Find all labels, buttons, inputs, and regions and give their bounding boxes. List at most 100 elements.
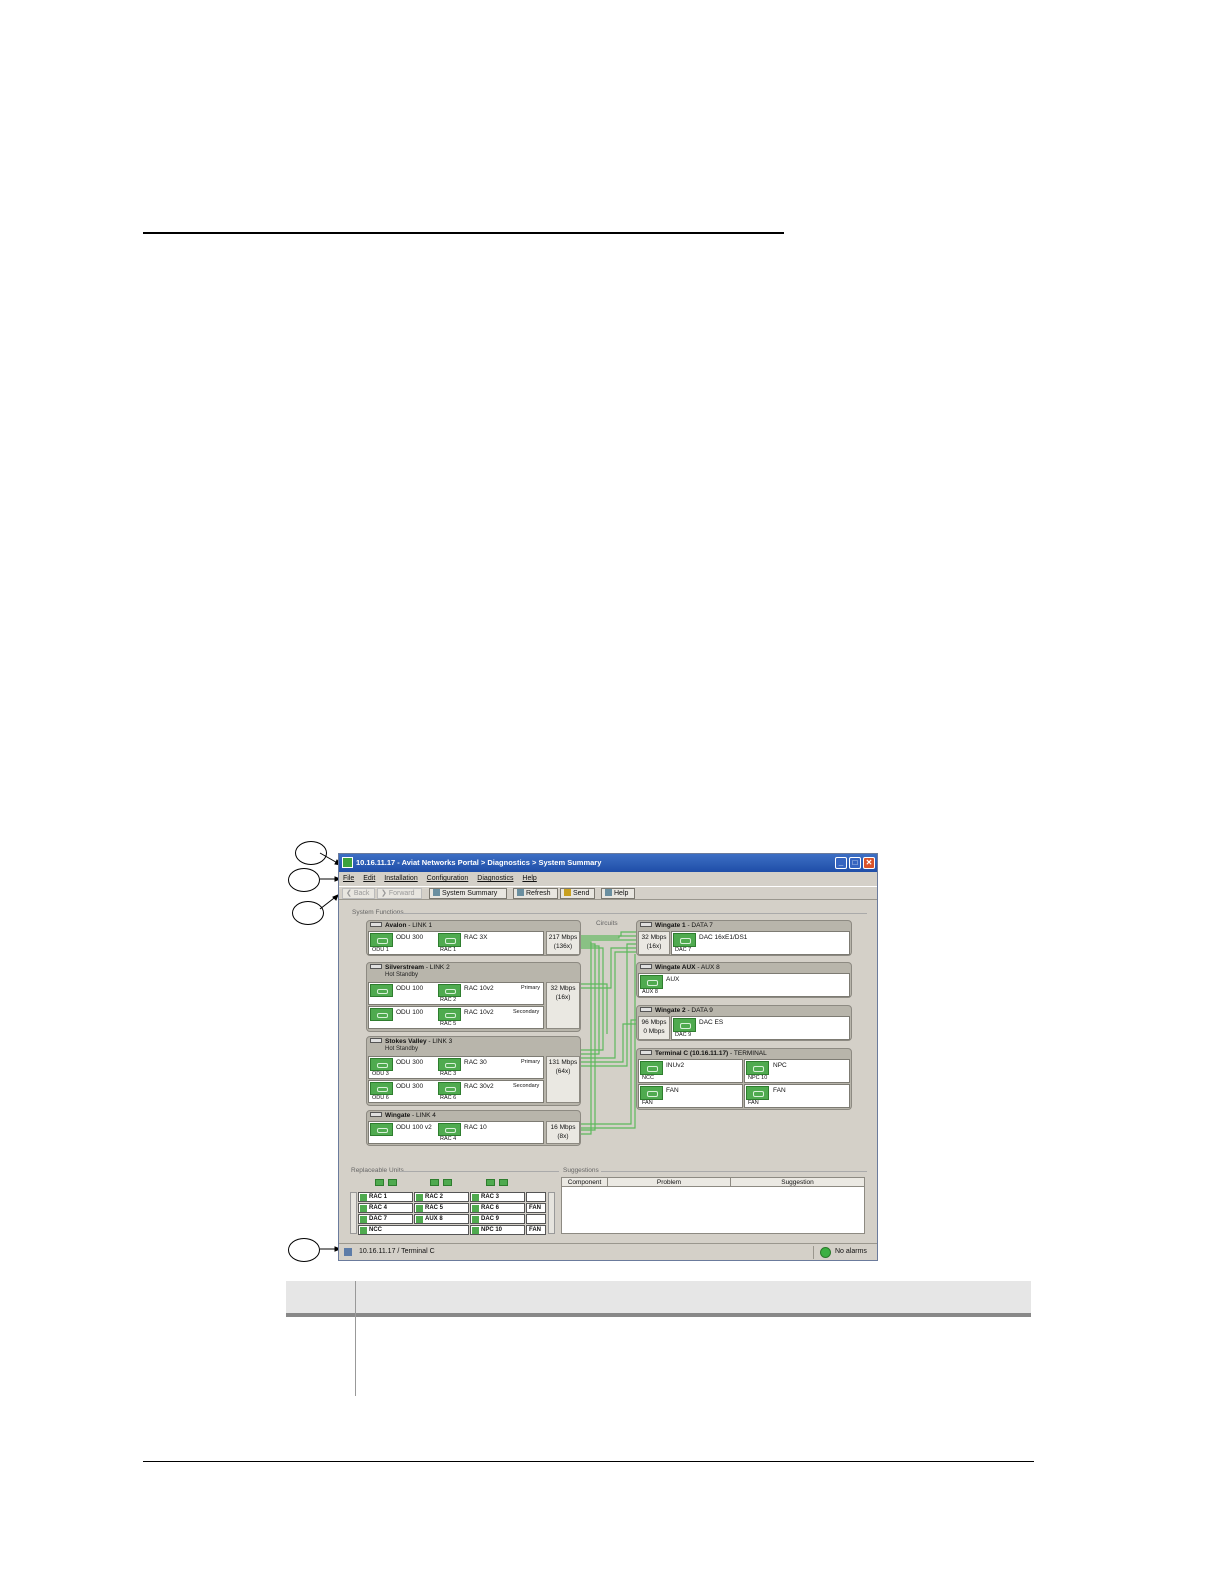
link-panel-avalon[interactable]: Avalon - LINK 1 ODU 1 ODU 300 RAC 1 RAC … [366, 920, 581, 956]
link-rate: 16 Mbps (8x) [546, 1121, 580, 1144]
unit-dac-7[interactable]: DAC 7 [358, 1214, 413, 1224]
units-scroll-right[interactable] [548, 1192, 555, 1234]
back-button[interactable]: ❮ Back [342, 888, 375, 899]
menu-configuration[interactable]: Configuration [427, 875, 469, 882]
rac-caption: RAC 1 [438, 947, 461, 954]
column-suggestion[interactable]: Suggestion [731, 1178, 865, 1187]
rac-icon [438, 933, 461, 947]
send-icon [564, 889, 571, 896]
link-row: ODU 100 v2 RAC 4 RAC 10 [368, 1121, 544, 1144]
menu-file[interactable]: File [343, 875, 354, 882]
unit-fan-slot[interactable] [526, 1192, 546, 1202]
rac-icon [438, 1008, 461, 1021]
dac-icon [673, 933, 696, 947]
interface-panel-wingate-1[interactable]: Wingate 1 - DATA 7 32 Mbps (16x) DAC 7 DA… [636, 920, 852, 956]
unit-fan-slot-2[interactable] [526, 1214, 546, 1224]
odu-icon [370, 1082, 393, 1095]
menu-edit[interactable]: Edit [363, 875, 375, 882]
menu-help[interactable]: Help [522, 875, 536, 882]
rac-caption: RAC 3 [438, 1071, 461, 1078]
close-button[interactable]: ✕ [863, 857, 875, 869]
units-scroll-left[interactable] [350, 1192, 357, 1234]
interface-panel-wingate-aux[interactable]: Wingate AUX - AUX 8 AUX 8 AUX [636, 962, 852, 998]
unit-aux-8[interactable]: AUX 8 [414, 1214, 469, 1224]
column-component[interactable]: Component [562, 1178, 608, 1187]
interface-panel-wingate-2[interactable]: Wingate 2 - DATA 9 96 Mbps 0 Mbps DAC 9 D… [636, 1005, 852, 1041]
inu-icon [640, 1061, 663, 1075]
system-functions-divider [395, 913, 867, 914]
status-address: 10.16.11.17 / Terminal C [359, 1248, 435, 1255]
link-status: Hot Standby [385, 972, 419, 978]
table-column-divider [355, 1281, 356, 1396]
link-row: ODU 3 ODU 300 RAC 3 RAC 30 Primary [368, 1056, 544, 1079]
odu-icon [370, 1058, 393, 1071]
suggestions-divider [601, 1171, 867, 1172]
rac-icon [438, 1123, 461, 1136]
odu-label: ODU 100 [396, 985, 424, 992]
menu-diagnostics[interactable]: Diagnostics [477, 875, 513, 882]
unit-npc-10[interactable]: NPC 10 [470, 1225, 525, 1235]
aux-icon [640, 975, 663, 989]
refresh-button[interactable]: Refresh [513, 888, 558, 899]
odu-label: ODU 100 [396, 1009, 424, 1016]
aux-label: AUX [666, 976, 680, 983]
replaceable-units-divider [399, 1171, 559, 1172]
forward-arrow-icon: ❯ [381, 890, 389, 897]
odu-label: ODU 300 [396, 1059, 424, 1066]
link-row: ODU 6 ODU 300 RAC 6 RAC 30v2 Secondary [368, 1080, 544, 1103]
suggestions-label: Suggestions [563, 1167, 599, 1174]
unit-rac-1[interactable]: RAC 1 [358, 1192, 413, 1202]
odu-label: ODU 300 [396, 1083, 424, 1090]
forward-button[interactable]: ❯ Forward [377, 888, 422, 899]
link-row: ODU 100 RAC 2 RAC 10v2 Primary [368, 982, 544, 1005]
npc-icon [746, 1061, 769, 1075]
status-bar: 10.16.11.17 / Terminal C No alarms [339, 1243, 877, 1260]
unit-ncc[interactable]: NCC [358, 1225, 469, 1235]
rac-icon [438, 1058, 461, 1071]
aviat-logo-icon [342, 857, 353, 868]
unit-rac-3[interactable]: RAC 3 [470, 1192, 525, 1202]
toolbar: ❮ Back ❯ Forward System Summary Refresh … [339, 886, 877, 900]
system-summary-button[interactable]: System Summary [429, 888, 507, 899]
terminal-cell: FAN FAN [744, 1084, 850, 1108]
odu-icon [370, 984, 393, 997]
rac-label: RAC 30 [464, 1059, 487, 1066]
maximize-button[interactable]: □ [849, 857, 861, 869]
role-label: Primary [521, 1059, 540, 1065]
link-panel-silverstream[interactable]: Silverstream - LINK 2 Hot Standby ODU 10… [366, 962, 581, 1032]
unit-rac-4[interactable]: RAC 4 [358, 1203, 413, 1213]
interface-icon [640, 964, 652, 969]
unit-dac-9[interactable]: DAC 9 [470, 1214, 525, 1224]
terminal-panel[interactable]: Terminal C (10.16.11.17) - TERMINAL NCC … [636, 1048, 852, 1110]
minimize-button[interactable]: _ [835, 857, 847, 869]
interface-icon [640, 922, 652, 927]
replaceable-units-label: Replaceable Units [351, 1167, 404, 1174]
table-header-row [286, 1281, 1031, 1314]
link-panel-wingate[interactable]: Wingate - LINK 4 ODU 100 v2 RAC 4 RAC 10… [366, 1110, 581, 1146]
unit-rac-2[interactable]: RAC 2 [414, 1192, 469, 1202]
odu-icon [370, 1123, 393, 1136]
link-rate: 217 Mbps (136x) [546, 931, 580, 955]
rac-label: RAC 10v2 [464, 985, 494, 992]
dac-caption: DAC 7 [673, 947, 696, 954]
role-label: Secondary [513, 1009, 540, 1015]
link-row: ODU 1 ODU 300 RAC 1 RAC 3X [368, 931, 544, 955]
unit-fan-2[interactable]: FAN [526, 1225, 546, 1235]
menu-installation[interactable]: Installation [384, 875, 417, 882]
rac-label: RAC 3X [464, 934, 488, 941]
link-row: ODU 100 RAC 5 RAC 10v2 Secondary [368, 1006, 544, 1029]
link-panel-stokes-valley[interactable]: Stokes Valley - LINK 3 Hot Standby ODU 3… [366, 1036, 581, 1106]
unit-fan-1[interactable]: FAN [526, 1203, 546, 1213]
rac-label: RAC 10 [464, 1124, 487, 1131]
status-divider [813, 1246, 814, 1259]
send-button[interactable]: Send [560, 888, 595, 899]
unit-rac-6[interactable]: RAC 6 [470, 1203, 525, 1213]
unit-rac-5[interactable]: RAC 5 [414, 1203, 469, 1213]
column-problem[interactable]: Problem [608, 1178, 731, 1187]
dac-caption: DAC 9 [673, 1032, 696, 1039]
back-arrow-icon: ❮ [346, 890, 354, 897]
interface-rate: 32 Mbps (16x) [638, 931, 670, 955]
help-button[interactable]: Help [601, 888, 635, 899]
rac-icon [438, 984, 461, 997]
rac-caption: RAC 2 [438, 997, 461, 1004]
